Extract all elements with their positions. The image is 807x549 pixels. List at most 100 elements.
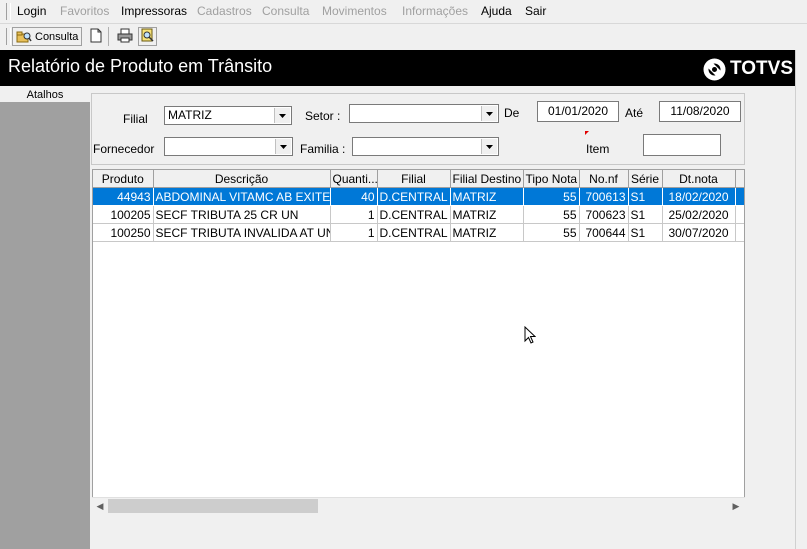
shortcuts-sidebar: Atalhos: [0, 89, 90, 549]
column-header-filial[interactable]: Filial: [377, 170, 451, 188]
table-row[interactable]: 44943 ABDOMINAL VITAMC AB EXITE CJ 40 D.…: [93, 187, 744, 206]
toolbar: Consulta: [0, 24, 807, 49]
cell-tipo-nota: 55: [523, 205, 580, 224]
column-header-descricao[interactable]: Descrição: [153, 170, 331, 188]
cell-filial-destino: MATRIZ: [450, 205, 524, 224]
cell-dt-nota: 25/02/2020: [662, 205, 736, 224]
cell-tipo-nota: 55: [523, 223, 580, 242]
filter-panel: Filial MATRIZ Setor : De 01/01/2020 Até …: [91, 93, 745, 165]
scroll-right-icon[interactable]: ▶: [729, 500, 743, 513]
ate-label: Até: [625, 106, 644, 120]
cell-descricao: SECF TRIBUTA INVALIDA AT UN: [153, 223, 331, 242]
toolbar-separator: [108, 27, 109, 46]
menu-favoritos[interactable]: Favoritos: [60, 4, 109, 18]
search-folder-icon: [16, 30, 32, 44]
cell-filler: [735, 223, 744, 242]
fornecedor-label: Fornecedor: [93, 142, 155, 156]
column-header-serie[interactable]: Série: [628, 170, 663, 188]
cell-produto: 44943: [93, 187, 154, 206]
item-label: Item: [586, 142, 610, 156]
menu-impressoras[interactable]: Impressoras: [121, 4, 187, 18]
cell-no-nf: 700613: [579, 187, 629, 206]
cell-tipo-nota: 55: [523, 187, 580, 206]
cell-serie: S1: [628, 187, 663, 206]
column-header-produto[interactable]: Produto: [93, 170, 154, 188]
de-label: De: [504, 106, 520, 120]
cell-filial-destino: MATRIZ: [450, 187, 524, 206]
menu-cadastros[interactable]: Cadastros: [197, 4, 252, 18]
print-preview-button[interactable]: [138, 27, 157, 46]
familia-label: Familia :: [300, 142, 346, 156]
cell-filial-destino: MATRIZ: [450, 223, 524, 242]
ate-date-input[interactable]: 11/08/2020: [659, 101, 741, 122]
table-row[interactable]: 100205 SECF TRIBUTA 25 CR UN 1 D.CENTRAL…: [93, 205, 744, 224]
cell-dt-nota: 18/02/2020: [662, 187, 736, 206]
printer-icon: [117, 28, 133, 46]
totvs-logo-text: TOTVS: [730, 58, 793, 79]
results-table: Produto Descrição Quanti... Filial Filia…: [93, 170, 744, 242]
menu-sair[interactable]: Sair: [525, 4, 546, 18]
grid-header-row: Produto Descrição Quanti... Filial Filia…: [93, 170, 744, 188]
menu-bar: Login Favoritos Impressoras Cadastros Co…: [0, 0, 807, 24]
cell-no-nf: 700623: [579, 205, 629, 224]
mouse-cursor-icon: [524, 325, 537, 348]
cell-no-nf: 700644: [579, 223, 629, 242]
de-date-input[interactable]: 01/01/2020: [537, 101, 619, 122]
item-input[interactable]: [643, 134, 721, 156]
cell-serie: S1: [628, 205, 663, 224]
menu-informacoes[interactable]: Informações: [402, 4, 468, 18]
window-right-edge: [795, 50, 807, 549]
results-grid: Produto Descrição Quanti... Filial Filia…: [92, 169, 745, 514]
cell-descricao: ABDOMINAL VITAMC AB EXITE CJ: [153, 187, 331, 206]
window-title: Relatório de Produto em Trânsito: [8, 56, 273, 76]
chevron-down-icon[interactable]: [274, 108, 290, 123]
cell-serie: S1: [628, 223, 663, 242]
cell-quantidade: 1: [330, 205, 378, 224]
sidebar-header[interactable]: Atalhos: [0, 89, 90, 102]
column-header-filial-destino[interactable]: Filial Destino: [450, 170, 524, 188]
table-row[interactable]: 100250 SECF TRIBUTA INVALIDA AT UN 1 D.C…: [93, 223, 744, 242]
menu-ajuda[interactable]: Ajuda: [481, 4, 512, 18]
totvs-logo-icon: [702, 57, 727, 82]
filial-select-value: MATRIZ: [168, 108, 212, 122]
fornecedor-select[interactable]: [164, 137, 293, 156]
print-button[interactable]: [116, 28, 133, 45]
chevron-down-icon[interactable]: [275, 139, 291, 154]
totvs-logo: TOTVS: [702, 56, 793, 82]
filial-label: Filial: [123, 112, 148, 126]
cell-descricao: SECF TRIBUTA 25 CR UN: [153, 205, 331, 224]
column-header-no-nf[interactable]: No.nf: [579, 170, 629, 188]
menu-grip[interactable]: [6, 3, 11, 20]
column-header-filler: [735, 170, 744, 188]
filial-select[interactable]: MATRIZ: [164, 106, 292, 125]
document-icon: [90, 28, 102, 46]
cell-filial: D.CENTRAL: [377, 187, 451, 206]
consulta-button[interactable]: Consulta: [12, 27, 82, 46]
toolbar-grip[interactable]: [6, 28, 11, 45]
cell-produto: 100205: [93, 205, 154, 224]
menu-consulta[interactable]: Consulta: [262, 4, 309, 18]
menu-movimentos[interactable]: Movimentos: [322, 4, 387, 18]
cell-quantidade: 40: [330, 187, 378, 206]
scrollbar-thumb[interactable]: [108, 499, 318, 513]
menu-login[interactable]: Login: [17, 4, 46, 18]
setor-label: Setor :: [305, 109, 341, 123]
chevron-down-icon[interactable]: [481, 106, 497, 121]
horizontal-scrollbar[interactable]: ◀ ▶: [92, 497, 745, 515]
cell-quantidade: 1: [330, 223, 378, 242]
cell-filler: [735, 205, 744, 224]
familia-select[interactable]: [352, 137, 499, 156]
column-header-quantidade[interactable]: Quanti...: [330, 170, 378, 188]
chevron-down-icon[interactable]: [481, 139, 497, 154]
column-header-tipo-nota[interactable]: Tipo Nota: [523, 170, 580, 188]
window-title-bar: Relatório de Produto em Trânsito: [0, 50, 795, 86]
cell-filler: [735, 187, 744, 206]
cell-filial: D.CENTRAL: [377, 223, 451, 242]
cell-produto: 100250: [93, 223, 154, 242]
new-document-button[interactable]: [88, 28, 104, 45]
setor-select[interactable]: [349, 104, 499, 123]
consulta-label: Consulta: [35, 30, 79, 43]
scroll-left-icon[interactable]: ◀: [93, 500, 107, 513]
required-marker: [585, 131, 589, 135]
column-header-dt-nota[interactable]: Dt.nota: [662, 170, 736, 188]
